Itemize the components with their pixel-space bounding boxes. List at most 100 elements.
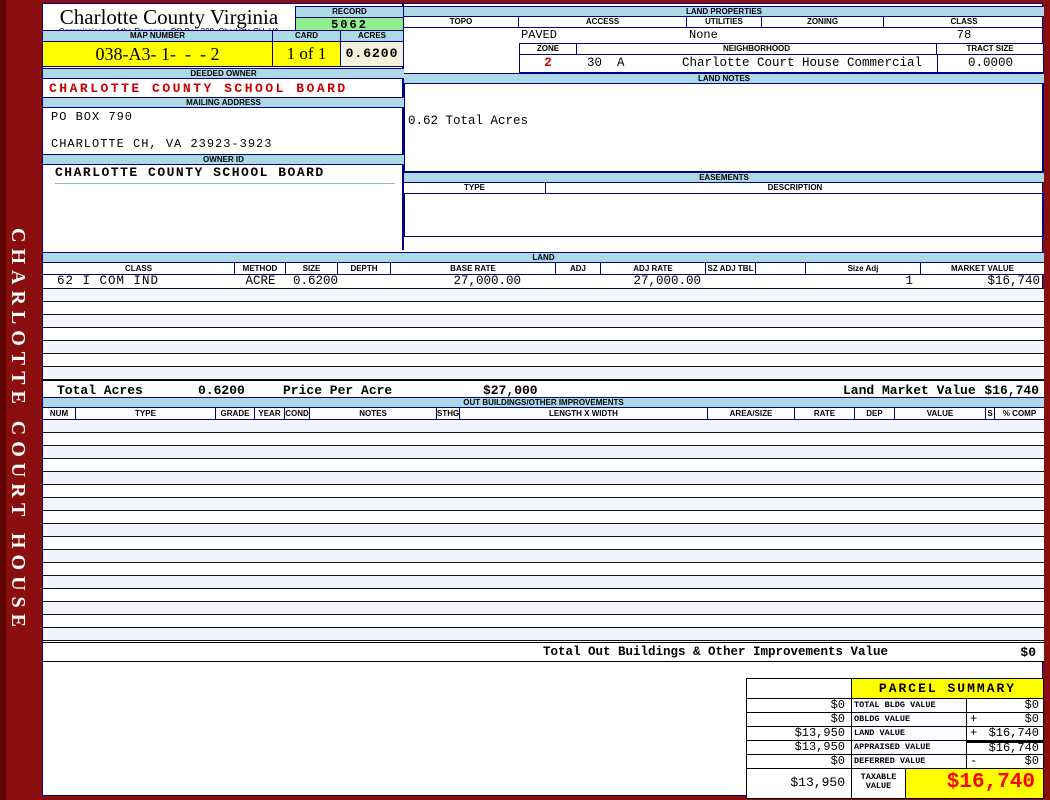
out-buildings-total-label: Total Out Buildings & Other Improvements… [543, 645, 889, 659]
land-empty-rows [43, 289, 1044, 380]
col-ob-pct-comp: % COMP [1002, 409, 1037, 418]
utilities-value: None [689, 28, 718, 42]
label-taxable: TAXABLE VALUE [852, 769, 906, 798]
easements-columns: TYPE DESCRIPTION [404, 183, 1044, 194]
land-class-value: 62 I COM IND [57, 274, 160, 288]
neighborhood-cell: 30 A Charlotte Court House Commercial [577, 55, 937, 72]
map-card-acres-values: 038-A3- 1- - - 2 1 of 1 0.6200 [43, 42, 404, 67]
col-land-blank [756, 263, 806, 274]
easements-title: EASEMENTS [404, 172, 1044, 183]
acres-value: 0.6200 [341, 42, 404, 66]
col-class: CLASS [950, 17, 978, 26]
col-ob-notes: NOTES [310, 408, 437, 419]
out-buildings-total-value: $0 [1020, 645, 1036, 660]
value-appraised: $16,740 [988, 741, 1039, 755]
col-ob-s: S [986, 408, 995, 419]
land-section: LAND CLASS METHOD SIZE DEPTH BASE RATE A… [43, 252, 1044, 400]
value-deferred: $0 [1024, 754, 1039, 768]
value-obldg: $0 [1024, 712, 1039, 726]
summary-row-deferred: $0 DEFERRED VALUE - $0 [747, 755, 1043, 769]
col-ob-rate: RATE [795, 408, 855, 419]
deeded-owner-label: DEEDED OWNER [43, 68, 404, 79]
parcel-summary-spacer [747, 679, 852, 698]
col-land-size: SIZE [286, 263, 338, 274]
land-properties-values: PAVED None 78 [404, 28, 1044, 43]
address-line-2: CHARLOTTE CH, VA 23923-3923 [51, 137, 396, 155]
col-ob-value: VALUE [895, 408, 986, 419]
summary-row-total-bldg: $0 TOTAL BLDG VALUE $0 [747, 699, 1043, 713]
col-ob-year: YEAR [255, 408, 285, 419]
out-buildings-total-row: Total Out Buildings & Other Improvements… [43, 642, 1044, 662]
land-method-value: ACRE [245, 274, 276, 288]
col-ob-type: TYPE [76, 408, 216, 419]
col-utilities: UTILITIES [687, 17, 762, 27]
header-owner-panel: Charlotte County Virginia Commissioner o… [43, 4, 404, 250]
neighborhood-label: NEIGHBORHOOD [577, 44, 937, 54]
summary-row-obldg: $0 OBLDG VALUE + $0 [747, 713, 1043, 727]
land-column-headers: CLASS METHOD SIZE DEPTH BASE RATE ADJ AD… [43, 263, 1044, 275]
record-box: RECORD 5062 [295, 6, 404, 33]
op-deferred: - [970, 754, 978, 768]
land-properties-panel: LAND PROPERTIES TOPO ACCESS UTILITIES ZO… [404, 4, 1044, 250]
zone-table-header: ZONE NEIGHBORHOOD TRACT SIZE [520, 44, 1043, 55]
col-easement-description: DESCRIPTION [767, 183, 823, 192]
col-land-market-value: MARKET VALUE [951, 264, 1014, 273]
land-adj-rate-value: 27,000.00 [633, 274, 701, 288]
parcel-summary-header: PARCEL SUMMARY [747, 679, 1043, 699]
col-land-adj-rate: ADJ RATE [601, 263, 706, 274]
zone-label: ZONE [520, 44, 577, 54]
col-ob-cond: COND [285, 408, 310, 419]
address-line-1: PO BOX 790 [51, 110, 134, 124]
col-land-method: METHOD [235, 263, 286, 274]
land-properties-title: LAND PROPERTIES [404, 6, 1044, 17]
label-land: LAND VALUE [852, 727, 967, 740]
record-label: RECORD [296, 7, 403, 18]
neighborhood-code: 30 A [587, 56, 625, 70]
sidebar-county-title: CHARLOTTE COURT HOUSE [7, 228, 29, 633]
record-card-content: Charlotte County Virginia Commissioner o… [42, 3, 1044, 799]
parcel-summary-title: PARCEL SUMMARY [852, 679, 1043, 698]
col-land-sz-adj-tbl: SZ ADJ TBL [706, 263, 756, 274]
col-topo: TOPO [404, 17, 519, 27]
property-record-card: CHARLOTTE COURT HOUSE Charlotte County V… [0, 0, 1050, 800]
tract-size-value: 0.0000 [937, 55, 1043, 72]
land-market-value: $16,740 [987, 274, 1040, 288]
land-title: LAND [43, 252, 1044, 263]
col-ob-length-width: LENGTH X WIDTH [460, 408, 708, 419]
summary-row-taxable: $13,950 TAXABLE VALUE $16,740 [747, 769, 1043, 798]
easements-box [404, 194, 1044, 237]
col-land-size-adj: Size Adj [806, 263, 921, 274]
prior-deferred: $0 [747, 755, 852, 768]
class-value: 78 [956, 28, 972, 42]
land-base-rate-value: 27,000.00 [453, 274, 521, 288]
land-notes-title: LAND NOTES [404, 73, 1044, 84]
col-land-class: CLASS [43, 263, 235, 274]
neighborhood-name: Charlotte Court House Commercial [681, 56, 923, 70]
op-obldg: + [970, 712, 978, 726]
prior-appraised: $13,950 [747, 741, 852, 754]
value-land: $16,740 [988, 726, 1039, 740]
tract-size-label: TRACT SIZE [966, 44, 1014, 53]
col-land-base-rate: BASE RATE [391, 263, 556, 274]
access-value: PAVED [521, 28, 558, 42]
acres-label: ACRES [341, 31, 404, 41]
col-ob-dep: DEP [855, 408, 895, 419]
col-zoning: ZONING [762, 17, 884, 27]
out-buildings-empty-rows [43, 420, 1044, 642]
land-size-value: 0.6200 [292, 274, 338, 288]
zone-table-values: 2 30 A Charlotte Court House Commercial … [520, 55, 1043, 72]
col-ob-num: NUM [43, 408, 76, 419]
out-buildings-title: OUT BUILDINGS/OTHER IMPROVEMENTS [43, 397, 1044, 408]
summary-row-appraised: $13,950 APPRAISED VALUE $16,740 [747, 741, 1043, 755]
col-land-adj: ADJ [556, 263, 601, 274]
col-land-depth: DEPTH [338, 263, 391, 274]
land-properties-columns: TOPO ACCESS UTILITIES ZONING CLASS [404, 17, 1044, 28]
zone-value: 2 [520, 55, 577, 72]
taxable-value: $16,740 [906, 769, 1043, 798]
owner-id-value: CHARLOTTE COUNTY SCHOOL BOARD [55, 165, 395, 184]
label-appraised: APPRAISED VALUE [852, 741, 967, 754]
prior-total-bldg: $0 [747, 699, 852, 712]
value-total-bldg: $0 [1024, 698, 1039, 712]
out-buildings-column-headers: NUM TYPE GRADE YEAR COND NOTES STHGT LEN… [43, 408, 1044, 420]
prior-obldg: $0 [747, 713, 852, 726]
